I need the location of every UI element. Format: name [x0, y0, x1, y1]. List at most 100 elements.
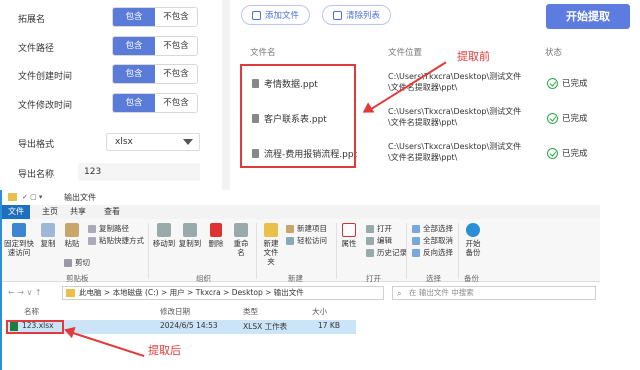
- properties-label: 属性: [341, 239, 357, 248]
- window-title: 输出文件: [64, 193, 96, 202]
- column-header-type[interactable]: 类型: [243, 306, 258, 317]
- search-input[interactable]: ⌕ 在 输出文件 中搜索: [392, 286, 596, 300]
- tab-file[interactable]: 文件: [2, 205, 30, 219]
- new-item-icon: [286, 224, 294, 233]
- breadcrumb-item[interactable]: 本地磁盘 (C:): [113, 288, 159, 297]
- include-option[interactable]: 包含: [113, 37, 155, 55]
- clear-icon: [333, 10, 342, 20]
- table-row-location: C:\Users\Tkxcra\Desktop\测试文件\文件名提取器\ppt\: [388, 107, 522, 127]
- nav-arrows[interactable]: ← → ∨ ↑: [8, 288, 42, 297]
- row-label-extension: 拓展名: [18, 15, 46, 25]
- invert-selection-button[interactable]: 反向选择: [412, 247, 453, 258]
- properties-button[interactable]: 属性: [340, 223, 358, 248]
- copy-button[interactable]: 复制: [38, 223, 58, 248]
- ribbon-separator: [406, 223, 407, 279]
- invert-icon: [412, 248, 420, 257]
- rename-button[interactable]: 重命名: [230, 223, 252, 257]
- check-circle-icon: [547, 112, 558, 124]
- tab-share[interactable]: 共享: [64, 205, 92, 219]
- move-to-button[interactable]: 移动到: [152, 223, 176, 248]
- select-none-button[interactable]: 全部取消: [412, 235, 453, 246]
- history-label: 历史记录: [377, 248, 407, 257]
- copy-path-button[interactable]: 复制路径: [88, 223, 129, 234]
- invert-label: 反向选择: [423, 248, 453, 257]
- rename-label: 重命名: [233, 239, 249, 257]
- move-to-label: 移动到: [152, 239, 176, 248]
- column-header-location: 文件位置: [388, 48, 423, 58]
- file-type: XLSX 工作表: [243, 322, 288, 331]
- tab-home[interactable]: 主页: [36, 205, 64, 219]
- paste-button[interactable]: 粘贴: [62, 223, 82, 248]
- rename-icon: [234, 223, 248, 237]
- start-extract-button[interactable]: 开始提取: [546, 4, 630, 29]
- include-option[interactable]: 包含: [113, 65, 155, 83]
- explorer-titlebar: ✓ ▢ ▾ 输出文件: [2, 190, 600, 204]
- status-text: 已完成: [562, 114, 588, 124]
- folder-icon: [66, 289, 75, 297]
- history-button[interactable]: 历史记录: [366, 247, 407, 258]
- annotation-box-before: [240, 64, 356, 168]
- breadcrumb-item[interactable]: 用户: [170, 288, 185, 297]
- arrowhead-icon: [359, 102, 375, 118]
- open-label: 打开: [377, 224, 392, 233]
- paste-shortcut-button[interactable]: 粘贴快捷方式: [88, 235, 144, 246]
- select-all-button[interactable]: 全部选择: [412, 223, 453, 234]
- exclude-option[interactable]: 不包含: [155, 8, 197, 26]
- status-text: 已完成: [562, 149, 588, 159]
- clear-list-label: 清除列表: [346, 11, 381, 21]
- include-option[interactable]: 包含: [113, 8, 155, 26]
- ribbon-tabs: 文件 主页 共享 查看: [2, 205, 600, 219]
- address-bar[interactable]: 此电脑 > 本地磁盘 (C:) > 用户 > Tkxcra > Desktop …: [62, 286, 384, 300]
- export-name-input[interactable]: 123: [78, 163, 200, 181]
- exclude-option[interactable]: 不包含: [155, 37, 197, 55]
- search-icon: ⌕: [397, 289, 402, 298]
- new-folder-icon: [264, 223, 278, 237]
- group-label-open: 打开: [366, 274, 381, 283]
- pin-icon: [12, 223, 26, 237]
- copy-to-button[interactable]: 复制到: [178, 223, 202, 248]
- group-label-select: 选择: [426, 274, 441, 283]
- pin-quick-access-button[interactable]: 固定到快速访问: [4, 223, 34, 257]
- export-name-label: 导出名称: [18, 170, 55, 180]
- export-format-select[interactable]: xlsx: [106, 133, 200, 151]
- exclude-option[interactable]: 不包含: [155, 94, 197, 112]
- copy-icon: [41, 223, 55, 237]
- created-toggle[interactable]: 包含 不包含: [112, 64, 198, 84]
- column-header-size[interactable]: 大小: [312, 306, 327, 317]
- column-header-name[interactable]: 名称: [24, 306, 39, 317]
- exclude-option[interactable]: 不包含: [155, 65, 197, 83]
- annotation-label-after: 提取后: [148, 344, 181, 357]
- edit-button[interactable]: 编辑: [366, 235, 392, 246]
- clear-list-button[interactable]: 清除列表: [322, 5, 392, 25]
- tab-view[interactable]: 查看: [98, 205, 126, 219]
- open-button[interactable]: 打开: [366, 223, 392, 234]
- table-row-status: 已完成: [547, 77, 588, 89]
- group-label-backup: 备份: [464, 274, 479, 283]
- add-file-label: 添加文件: [265, 11, 300, 21]
- backup-label: 开始备份: [465, 239, 481, 257]
- delete-button[interactable]: 删除: [206, 223, 226, 248]
- extension-toggle[interactable]: 包含 不包含: [112, 7, 198, 27]
- breadcrumb-item[interactable]: Tkxcra: [196, 288, 221, 297]
- column-header-date[interactable]: 修改日期: [160, 306, 190, 317]
- annotation-box-after: [6, 320, 64, 334]
- breadcrumb-item[interactable]: 输出文件: [274, 288, 304, 297]
- easy-access-button[interactable]: 轻松访问: [286, 235, 327, 246]
- cut-button[interactable]: 剪切: [64, 257, 90, 268]
- dropdown-caret-icon: [183, 139, 193, 145]
- add-file-button[interactable]: 添加文件: [241, 5, 311, 25]
- ribbon-separator: [458, 223, 459, 279]
- new-folder-button[interactable]: 新建文件夹: [260, 223, 282, 266]
- breadcrumb-item[interactable]: Desktop: [232, 288, 263, 297]
- quick-access-icons[interactable]: ✓ ▢ ▾: [22, 193, 42, 201]
- ribbon-separator: [336, 223, 337, 279]
- path-toggle[interactable]: 包含 不包含: [112, 36, 198, 56]
- modified-toggle[interactable]: 包含 不包含: [112, 93, 198, 113]
- new-item-button[interactable]: 新建项目: [286, 223, 327, 234]
- backup-button[interactable]: 开始备份: [462, 223, 484, 257]
- breadcrumb-item[interactable]: 此电脑: [79, 288, 102, 297]
- copy-to-label: 复制到: [178, 239, 202, 248]
- include-option[interactable]: 包含: [113, 94, 155, 112]
- annotation-label-before: 提取前: [457, 50, 490, 63]
- panel-divider: [222, 0, 230, 190]
